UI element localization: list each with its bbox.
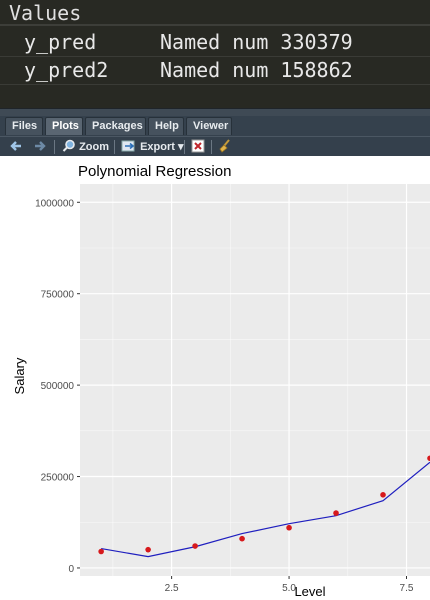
broom-icon — [219, 139, 230, 153]
data-point — [333, 510, 339, 516]
chart-title: Polynomial Regression — [78, 163, 231, 180]
clear-all-plots-button[interactable] — [218, 139, 232, 155]
export-menu-button[interactable]: Export ▾ — [121, 139, 184, 155]
export-label: Export — [140, 141, 175, 153]
data-point — [145, 546, 151, 553]
forward-arrow-icon[interactable] — [33, 139, 47, 155]
y-tick-label: 250000 — [41, 473, 75, 484]
tab-packages[interactable]: Packages — [85, 117, 146, 135]
y-tick-label: 500000 — [41, 381, 75, 392]
x-axis-label: Level — [294, 584, 325, 599]
chevron-down-icon: ▾ — [177, 141, 184, 153]
plot-viewer: 0 250000 500000 750000 1000000 2.5 5.0 7.5 Poly… — [0, 156, 430, 600]
y-tick-label: 0 — [68, 564, 74, 575]
divider — [54, 140, 55, 154]
env-row-y-pred2[interactable]: y_pred2 Named num 158862 — [0, 56, 430, 85]
data-point — [239, 535, 245, 542]
x-tick-label: 7.5 — [400, 583, 414, 594]
export-icon — [121, 140, 135, 152]
variable-value: Named num 158862 — [160, 58, 353, 82]
x-tick-label: 2.5 — [165, 583, 179, 594]
divider — [114, 140, 115, 154]
variable-name: y_pred2 — [24, 58, 109, 82]
zoom-label: Zoom — [79, 141, 110, 153]
plot-panel — [80, 184, 430, 576]
data-point — [286, 524, 292, 531]
back-arrow-icon[interactable] — [9, 139, 23, 155]
plots-toolbar: Zoom Export ▾ — [0, 136, 430, 157]
divider — [184, 140, 185, 154]
remove-plot-button[interactable] — [191, 139, 205, 155]
remove-plot-icon — [191, 139, 205, 153]
environment-pane: Values y_pred Named num 330379 y_pred2 N… — [0, 0, 430, 108]
tab-files[interactable]: Files — [5, 117, 43, 135]
zoom-button[interactable]: Zoom — [62, 139, 109, 155]
divider — [0, 24, 430, 26]
pane-tabbar: Files Plots Packages Help Viewer — [0, 116, 430, 136]
tab-viewer[interactable]: Viewer — [186, 117, 232, 135]
divider — [211, 140, 212, 154]
variable-name: y_pred — [24, 30, 97, 54]
y-tick-label: 750000 — [41, 290, 75, 301]
tab-help[interactable]: Help — [148, 117, 184, 135]
y-tick-label: 1000000 — [35, 198, 74, 209]
data-point — [380, 492, 386, 498]
data-point — [192, 543, 198, 549]
data-point — [98, 548, 104, 555]
variable-value: Named num 330379 — [160, 30, 353, 54]
tab-plots[interactable]: Plots — [45, 117, 83, 135]
values-header: Values — [9, 1, 82, 25]
polynomial-regression-chart: 025000050000075000010000002.5 5.0 7.5 Poly… — [12, 163, 430, 599]
y-axis-label: Salary — [12, 357, 27, 394]
magnifier-icon — [62, 139, 75, 152]
env-row-y-pred[interactable]: y_pred Named num 330379 — [0, 28, 430, 57]
